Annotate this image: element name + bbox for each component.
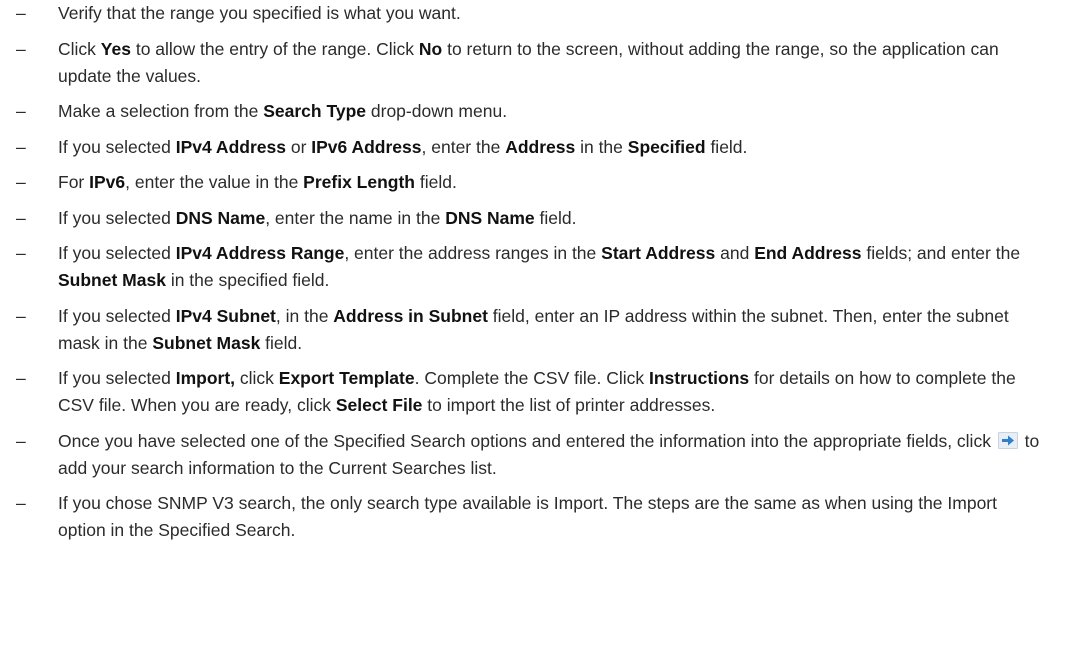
bullet-dash: – [16,101,26,121]
text-run: fields; and enter the [861,243,1021,263]
bullet-dash: – [16,136,26,157]
add-arrow-icon [997,430,1018,449]
ui-term: Address [505,136,576,157]
ui-term: IPv4 Address Range [175,243,345,263]
step-text: If you selected IPv4 Subnet, in the Addr… [58,303,1088,357]
bullet-dash: – [16,368,26,388]
text-run: , enter the [421,136,506,157]
text-run: , enter the value in the [125,172,304,192]
ui-term: IPv4 Address [175,136,286,157]
text-run: field. [415,172,457,192]
ui-term: IPv6 Address [311,136,422,157]
bullet-dash: – [16,430,26,451]
text-run: to import the list of printer addresses. [422,395,716,415]
text-run: Once you have selected one of the Specif… [58,430,996,451]
step-item: – Verify that the range you specified is … [0,0,1088,27]
ui-term: Import, [175,368,236,388]
step-text: If you selected IPv4 Address Range, ente… [58,240,1088,294]
text-run: , enter the address ranges in the [344,243,602,263]
ui-term: Instructions [649,368,750,388]
step-item: – If you selected IPv4 Subnet, in the Add… [0,303,1088,357]
ui-term: IPv4 Subnet [175,305,276,326]
step-item: – Make a selection from the Search Type d… [0,98,1088,125]
ui-term: End Address [754,243,862,263]
text-run: field. [705,136,748,157]
bullet-dash: – [16,38,26,59]
ui-term: DNS Name [445,207,535,228]
text-run: or [285,136,312,157]
ui-term: DNS Name [175,207,266,228]
text-run: in the specified field. [165,270,330,290]
step-text: Click Yes to allow the entry of the rang… [58,36,1088,90]
text-run: field. [534,207,577,228]
step-text: Once you have selected one of the Specif… [58,428,1088,482]
text-run: If you selected [58,207,176,228]
text-run: drop-down menu. [366,101,508,121]
document-page: – Verify that the range you specified is … [0,0,1088,544]
ui-term: Prefix Length [303,172,415,192]
bullet-dash: – [16,172,26,192]
bullet-dash: – [16,493,26,513]
text-run: Verify that the range you specified is w… [58,3,461,23]
text-run: to allow the entry of the range. Click [130,38,419,59]
step-text: Make a selection from the Search Type dr… [58,98,1088,125]
step-text: If you selected IPv4 Address or IPv6 Add… [58,134,1088,161]
text-run: If you selected [58,243,176,263]
step-text: Verify that the range you specified is w… [58,0,1088,27]
ui-term: Yes [100,38,131,59]
ui-term: Address in Subnet [333,305,488,326]
text-run: field. [260,332,303,353]
text-run: in the [575,136,628,157]
ui-term: Specified [627,136,706,157]
ui-term: Select File [335,395,423,415]
text-run: If you chose SNMP V3 search, the only se… [58,493,998,540]
step-text: For IPv6, enter the value in the Prefix … [58,169,1088,196]
step-item: – If you selected Import, click Export Te… [0,365,1088,419]
step-item: – Click Yes to allow the entry of the ran… [0,36,1088,90]
bullet-dash: – [16,243,26,263]
step-text: If you selected Import, click Export Tem… [58,365,1088,419]
steps-list: – Verify that the range you specified is … [0,0,1088,544]
ui-term: Start Address [601,243,716,263]
text-run: . Complete the CSV file. Click [414,368,649,388]
text-run: and [715,243,755,263]
text-run: If you selected [58,136,176,157]
step-item: – If you chose SNMP V3 search, the only s… [0,490,1088,544]
bullet-dash: – [16,207,26,228]
step-item: – If you selected DNS Name, enter the nam… [0,205,1088,232]
ui-term: IPv6 [89,172,126,192]
text-run: , enter the name in the [265,207,446,228]
ui-term: Search Type [263,101,367,121]
text-run: Click [58,38,101,59]
step-item: – For IPv6, enter the value in the Prefix… [0,169,1088,196]
text-run: Make a selection from the [58,101,264,121]
ui-term: Subnet Mask [152,332,261,353]
text-run: If you selected [58,305,176,326]
bullet-dash: – [16,3,26,23]
text-run: For [58,172,90,192]
step-item: – Once you have selected one of the Speci… [0,428,1088,482]
step-item: – If you selected IPv4 Address or IPv6 Ad… [0,134,1088,161]
ui-term: Subnet Mask [58,270,166,290]
bullet-dash: – [16,305,26,326]
step-text: If you chose SNMP V3 search, the only se… [58,490,1088,544]
ui-term: No [418,38,443,59]
text-run: , in the [275,305,334,326]
text-run: click [235,368,279,388]
ui-term: Export Template [278,368,415,388]
step-text: If you selected DNS Name, enter the name… [58,205,1088,232]
text-run: If you selected [58,368,176,388]
step-item: – If you selected IPv4 Address Range, ent… [0,240,1088,294]
